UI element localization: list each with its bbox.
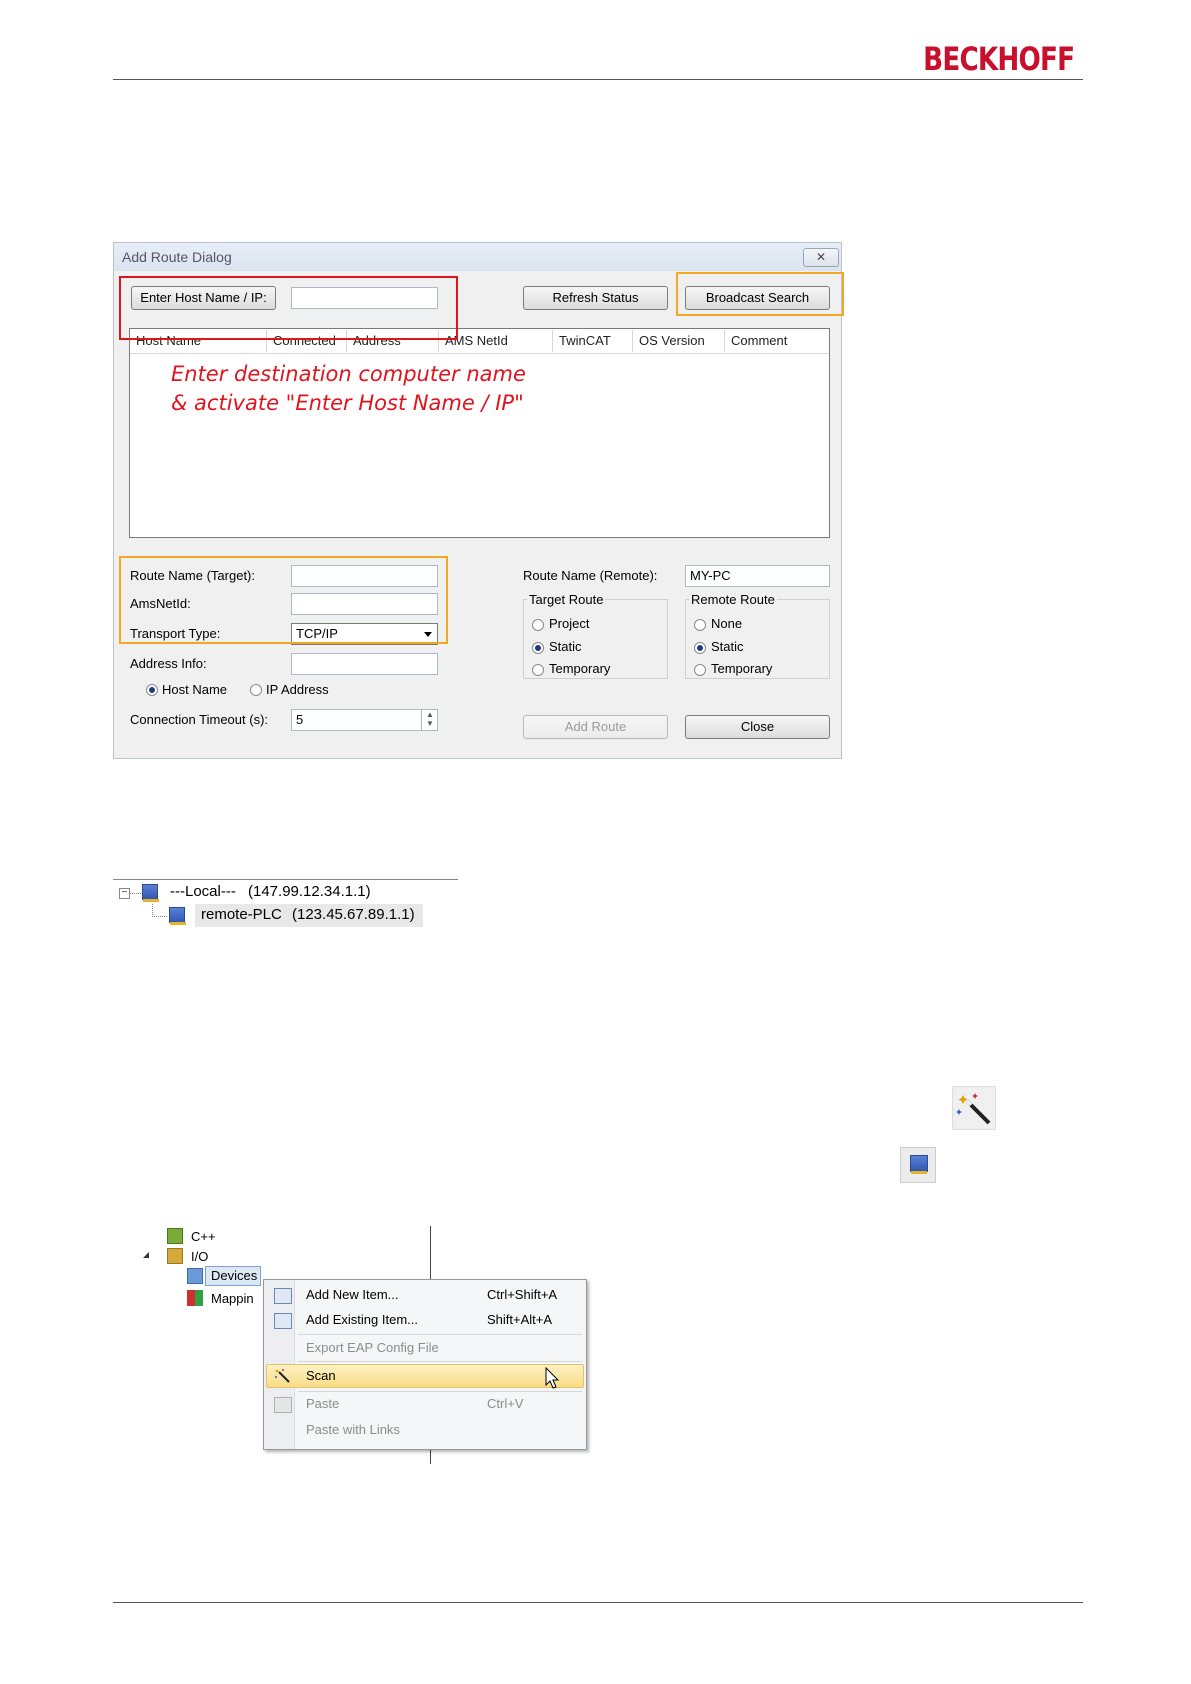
tree-connector-child	[152, 904, 167, 917]
host-list[interactable]: Host Name Connected Address AMS NetId Tw…	[129, 328, 830, 538]
add-route-button[interactable]: Add Route	[523, 715, 668, 739]
menu-item-paste-with-links[interactable]: Paste with Links	[266, 1419, 584, 1441]
target-route-temporary-label: Temporary	[549, 661, 611, 676]
target-route-temporary-radio[interactable]	[532, 664, 544, 676]
menu-item-scan[interactable]: Scan	[266, 1364, 584, 1391]
refresh-status-button[interactable]: Refresh Status	[523, 286, 668, 310]
menu-separator	[298, 1361, 582, 1362]
remote-route-static-label: Static	[711, 639, 744, 654]
devices-icon	[187, 1268, 203, 1284]
address-info-label: Address Info:	[130, 656, 207, 671]
paste-icon	[274, 1397, 292, 1413]
target-route-project-radio[interactable]	[532, 619, 544, 631]
router-device-icon	[900, 1147, 936, 1183]
add-new-item-label: Add New Item...	[306, 1287, 399, 1302]
route-tree-rule	[113, 879, 458, 880]
radio-ip-address[interactable]	[250, 684, 262, 696]
tree-connector	[129, 893, 141, 894]
remote-route-title: Remote Route	[689, 592, 777, 607]
spinner-arrows-icon[interactable]: ▲ ▼	[421, 710, 438, 730]
annotation-line-2: & activate "Enter Host Name / IP"	[171, 391, 524, 415]
enter-host-highlight	[119, 276, 458, 340]
dialog-title: Add Route Dialog	[122, 249, 232, 265]
export-eap-label: Export EAP Config File	[306, 1340, 439, 1355]
add-new-item-shortcut: Ctrl+Shift+A	[487, 1287, 558, 1302]
radio-ip-address-label: IP Address	[266, 682, 329, 697]
local-route-address: (147.99.12.34.1.1)	[248, 883, 371, 900]
tree-cpp-label[interactable]: C++	[191, 1229, 216, 1244]
beckhoff-logo: BECKHOFF	[922, 40, 1075, 78]
menu-item-add-existing[interactable]: Add Existing Item... Shift+Alt+A	[266, 1309, 584, 1331]
tree-io-label[interactable]: I/O	[191, 1249, 208, 1264]
route-name-remote-label: Route Name (Remote):	[523, 568, 658, 583]
cpp-icon	[167, 1228, 183, 1244]
header-rule	[113, 79, 1083, 80]
tree-devices-label[interactable]: Devices	[211, 1268, 257, 1283]
remote-route-none-label: None	[711, 616, 743, 631]
remote-route-none-radio[interactable]	[694, 619, 706, 631]
mappings-icon	[187, 1290, 203, 1306]
broadcast-search-highlight	[676, 272, 844, 316]
remote-route-temporary-radio[interactable]	[694, 664, 706, 676]
menu-item-add-new[interactable]: Add New Item... Ctrl+Shift+A	[266, 1284, 584, 1306]
paste-shortcut: Ctrl+V	[487, 1396, 524, 1411]
col-comment[interactable]: Comment	[725, 330, 829, 352]
mouse-cursor-icon	[545, 1366, 561, 1391]
scan-wand-icon	[952, 1086, 996, 1130]
context-menu: Add New Item... Ctrl+Shift+A Add Existin…	[263, 1279, 587, 1450]
dialog-close-icon[interactable]: ✕	[803, 248, 839, 267]
paste-with-links-label: Paste with Links	[306, 1422, 400, 1437]
add-existing-item-label: Add Existing Item...	[306, 1312, 418, 1327]
add-existing-item-icon	[274, 1313, 292, 1329]
scan-label: Scan	[306, 1368, 336, 1383]
remote-route-temporary-label: Temporary	[711, 661, 773, 676]
add-new-item-icon	[274, 1288, 292, 1304]
annotation-line-1: Enter destination computer name	[171, 362, 526, 386]
remote-plc-address: (123.45.67.89.1.1)	[292, 906, 415, 923]
router-device-icon-inner	[910, 1155, 928, 1174]
menu-item-export-eap[interactable]: Export EAP Config File	[266, 1337, 584, 1359]
expand-arrow-icon[interactable]	[143, 1252, 149, 1258]
target-route-static-label: Static	[549, 639, 582, 654]
target-route-title: Target Route	[527, 592, 606, 607]
menu-separator	[298, 1391, 582, 1392]
local-router-icon	[142, 884, 159, 902]
menu-item-paste[interactable]: Paste Ctrl+V	[266, 1393, 584, 1415]
remote-route-static-radio[interactable]	[694, 642, 706, 654]
paste-label: Paste	[306, 1396, 340, 1411]
remote-plc-label[interactable]: remote-PLC	[201, 906, 282, 923]
footer-rule	[113, 1602, 1083, 1603]
col-twincat[interactable]: TwinCAT	[553, 330, 633, 352]
address-info-input[interactable]	[291, 653, 438, 675]
connection-timeout-input[interactable]: 5	[291, 709, 438, 731]
target-route-project-label: Project	[549, 616, 590, 631]
radio-host-name[interactable]	[146, 684, 158, 696]
add-existing-item-shortcut: Shift+Alt+A	[487, 1312, 553, 1327]
radio-host-name-label: Host Name	[162, 682, 228, 697]
local-route-label[interactable]: ---Local---	[170, 883, 236, 900]
target-fields-highlight	[119, 556, 448, 644]
close-button[interactable]: Close	[685, 715, 830, 739]
target-route-static-radio[interactable]	[532, 642, 544, 654]
io-icon	[167, 1248, 183, 1264]
menu-separator	[298, 1334, 582, 1335]
tree-mappings-label[interactable]: Mappin	[211, 1291, 254, 1306]
connection-timeout-label: Connection Timeout (s):	[130, 712, 269, 727]
route-name-remote-input[interactable]: MY-PC	[685, 565, 830, 587]
col-os-version[interactable]: OS Version	[633, 330, 725, 352]
scan-icon	[274, 1368, 292, 1384]
dialog-titlebar: Add Route Dialog ✕	[114, 243, 841, 271]
remote-plc-icon	[169, 907, 186, 925]
